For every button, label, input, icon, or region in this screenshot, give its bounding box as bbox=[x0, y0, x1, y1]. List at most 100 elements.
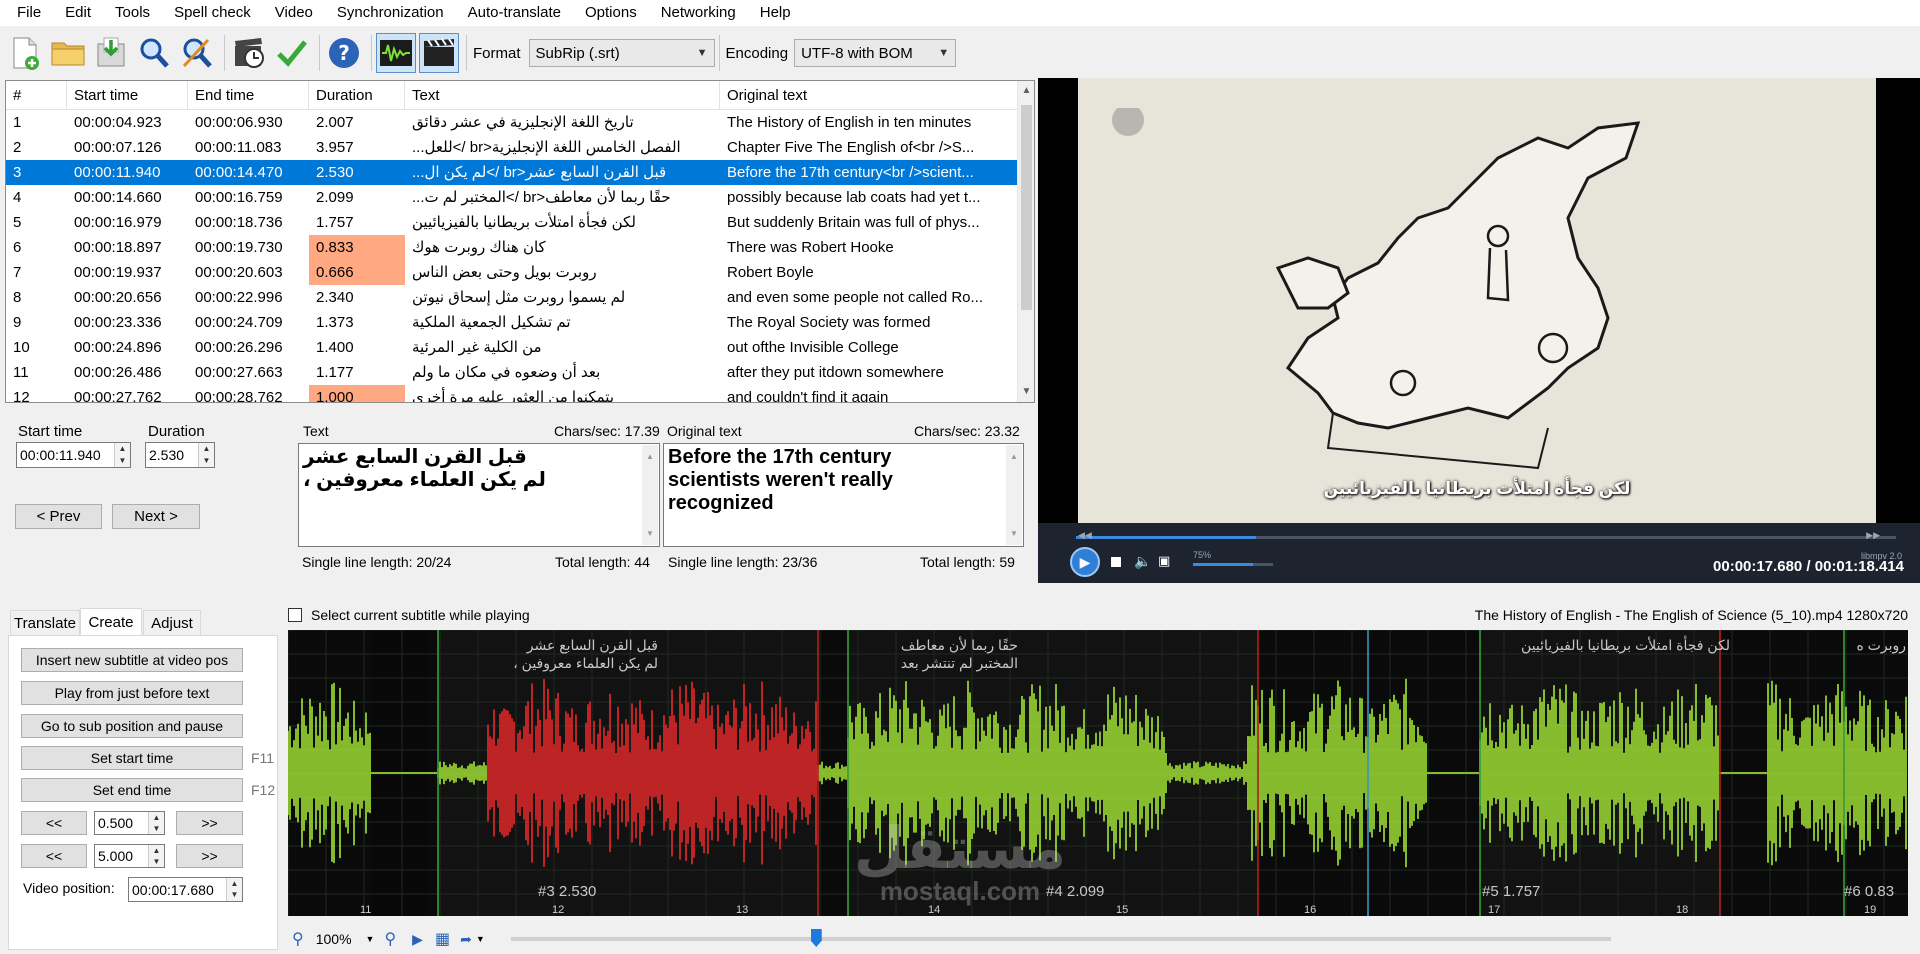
go-to-sub-button[interactable]: Go to sub position and pause bbox=[21, 714, 243, 738]
menu-help[interactable]: Help bbox=[748, 0, 803, 26]
spin-arrows-icon[interactable]: ▲ ▼ bbox=[148, 845, 164, 867]
replace-icon[interactable] bbox=[177, 33, 217, 73]
column-header-text[interactable]: Text bbox=[405, 81, 720, 110]
set-end-time-button[interactable]: Set end time bbox=[21, 778, 243, 802]
table-row[interactable]: 7 00:00:19.937 00:00:20.603 0.666 روبرت بويل… bbox=[6, 260, 1034, 285]
next-button[interactable]: Next > bbox=[112, 504, 200, 529]
waveform-subtitle-label-5: لكن فجأة امتلأت بريطانيا بالفيزيائيين bbox=[1480, 636, 1730, 654]
cell-orig: The Royal Society was formed bbox=[727, 314, 931, 331]
column-header-duration[interactable]: Duration bbox=[309, 81, 405, 110]
column-header-original[interactable]: Original text bbox=[720, 81, 1018, 110]
table-row[interactable]: 10 00:00:24.896 00:00:26.296 1.400 من الكلية… bbox=[6, 335, 1034, 360]
table-row[interactable]: 4 00:00:14.660 00:00:16.759 2.099 حقًا ربما … bbox=[6, 185, 1034, 210]
tab-create[interactable]: Create bbox=[80, 608, 142, 636]
visual-sync-icon[interactable] bbox=[229, 33, 269, 73]
spell-check-icon[interactable] bbox=[272, 33, 312, 73]
waveform-label-4-line-2: المختبر لم تنتشر بعد bbox=[900, 655, 1018, 671]
spin-arrows-icon[interactable]: ▲ ▼ bbox=[114, 443, 130, 467]
tab-adjust[interactable]: Adjust bbox=[143, 610, 201, 636]
split-icon[interactable]: ▦ bbox=[435, 929, 450, 949]
help-icon[interactable]: ? bbox=[324, 33, 364, 73]
table-row[interactable]: 12 00:00:27.762 00:00:28.762 1.000 يتمكنوا م… bbox=[6, 385, 1034, 402]
prev-button[interactable]: < Prev bbox=[15, 504, 102, 529]
rewind-icon[interactable]: ◀◀ bbox=[1078, 530, 1092, 541]
menu-synchronization[interactable]: Synchronization bbox=[325, 0, 456, 26]
audio-waveform[interactable]: قبل القرن السابع عشر لم يكن العلماء معرو… bbox=[288, 630, 1908, 916]
start-time-input[interactable]: 00:00:11.940 ▲ ▼ bbox=[16, 442, 131, 468]
table-row[interactable]: 3 00:00:11.940 00:00:14.470 2.530 قبل القرن … bbox=[6, 160, 1034, 185]
column-header-end[interactable]: End time bbox=[188, 81, 309, 110]
insert-subtitle-button[interactable]: Insert new subtitle at video pos bbox=[21, 648, 243, 672]
volume-icon[interactable]: 🔈 bbox=[1134, 553, 1151, 570]
table-row[interactable]: 6 00:00:18.897 00:00:19.730 0.833 كان هناك ر… bbox=[6, 235, 1034, 260]
find-icon[interactable] bbox=[134, 33, 174, 73]
save-icon[interactable] bbox=[91, 33, 131, 73]
menu-auto-translate[interactable]: Auto-translate bbox=[456, 0, 573, 26]
text-single-line-length: Single line length: 20/24 bbox=[302, 554, 452, 570]
spin-arrows-icon[interactable]: ▲ ▼ bbox=[226, 878, 242, 901]
menu-options[interactable]: Options bbox=[573, 0, 649, 26]
table-row[interactable]: 9 00:00:23.336 00:00:24.709 1.373 تم تشكيل ا… bbox=[6, 310, 1034, 335]
menu-spell-check[interactable]: Spell check bbox=[162, 0, 263, 26]
scroll-up-icon[interactable]: ▲ bbox=[1018, 81, 1034, 101]
grid-scrollbar[interactable]: ▲ ▼ bbox=[1017, 81, 1034, 402]
format-select[interactable]: SubRip (.srt) ▼ bbox=[528, 39, 715, 67]
play-icon[interactable]: ▶ bbox=[1070, 547, 1100, 577]
back-large-button[interactable]: << bbox=[21, 844, 87, 868]
scroll-down-icon[interactable]: ▼ bbox=[1018, 382, 1034, 402]
waveform-toggle-icon[interactable] bbox=[376, 33, 416, 73]
spin-arrows-icon[interactable]: ▲ ▼ bbox=[198, 443, 214, 467]
encoding-select[interactable]: UTF-8 with BOM ▼ bbox=[794, 39, 957, 67]
zoom-in-icon[interactable]: ⚲ bbox=[384, 929, 396, 949]
spin-arrows-icon[interactable]: ▲ ▼ bbox=[148, 812, 164, 834]
zoom-out-icon[interactable]: ⚲ bbox=[292, 929, 304, 949]
chevron-down-icon[interactable]: ▼ bbox=[366, 934, 375, 944]
select-while-playing-checkbox[interactable] bbox=[288, 608, 302, 622]
column-header-number[interactable]: # bbox=[6, 81, 67, 110]
video-position-input[interactable]: 00:00:17.680 ▲ ▼ bbox=[128, 877, 243, 902]
cell-text: تاريخ اللغة الإنجليزية في عشر دقائق bbox=[405, 110, 720, 135]
table-row[interactable]: 5 00:00:16.979 00:00:18.736 1.757 لكن فجأة ا… bbox=[6, 210, 1034, 235]
scroll-thumb[interactable] bbox=[1021, 105, 1032, 310]
set-start-time-button[interactable]: Set start time bbox=[21, 746, 243, 770]
zoom-value[interactable]: 100% bbox=[316, 931, 352, 947]
small-step-input[interactable]: 0.500 ▲ ▼ bbox=[94, 811, 165, 835]
slider-thumb[interactable] bbox=[810, 929, 822, 947]
play-before-text-button[interactable]: Play from just before text bbox=[21, 681, 243, 705]
fast-forward-icon[interactable]: ▶▶ bbox=[1866, 530, 1880, 541]
video-player[interactable]: لكن فجأة امتلأت بريطانيا بالفيزيائيين bbox=[1038, 78, 1920, 525]
table-row[interactable]: 8 00:00:20.656 00:00:22.996 2.340 لم يسموا ر… bbox=[6, 285, 1034, 310]
stop-icon[interactable] bbox=[1111, 557, 1121, 567]
original-text-editor[interactable]: Before the 17th century scientists weren… bbox=[663, 443, 1024, 547]
menu-video[interactable]: Video bbox=[263, 0, 325, 26]
menu-edit[interactable]: Edit bbox=[53, 0, 103, 26]
forward-small-button[interactable]: >> bbox=[176, 811, 243, 835]
play-selection-icon[interactable]: ▶ bbox=[412, 931, 423, 948]
cell-start: 00:00:18.897 bbox=[74, 239, 162, 256]
menu-tools[interactable]: Tools bbox=[103, 0, 162, 26]
auto-continue-icon[interactable]: ➦ bbox=[460, 931, 472, 948]
original-editor-scrollbar[interactable]: ▲ ▼ bbox=[1006, 445, 1022, 545]
waveform-position-slider[interactable] bbox=[510, 929, 1611, 947]
fullscreen-icon[interactable]: ▣ bbox=[1158, 553, 1170, 569]
column-header-start[interactable]: Start time bbox=[67, 81, 188, 110]
table-row[interactable]: 2 00:00:07.126 00:00:11.083 3.957 الفصل الخا… bbox=[6, 135, 1034, 160]
table-row[interactable]: 11 00:00:26.486 00:00:27.663 1.177 بعد أن وض… bbox=[6, 360, 1034, 385]
cell-num: 2 bbox=[13, 139, 22, 156]
open-folder-icon[interactable] bbox=[48, 33, 88, 73]
new-file-icon[interactable] bbox=[5, 33, 45, 73]
table-row[interactable]: 1 00:00:04.923 00:00:06.930 2.007 تاريخ اللغ… bbox=[6, 110, 1034, 135]
duration-input[interactable]: 2.530 ▲ ▼ bbox=[145, 442, 215, 468]
video-toggle-icon[interactable] bbox=[419, 33, 459, 73]
forward-large-button[interactable]: >> bbox=[176, 844, 243, 868]
text-editor[interactable]: قبل القرن السابع عشر لم يكن العلماء معرو… bbox=[298, 443, 660, 547]
large-step-input[interactable]: 5.000 ▲ ▼ bbox=[94, 844, 165, 868]
tab-translate[interactable]: Translate bbox=[10, 610, 80, 636]
video-progress-track[interactable] bbox=[1076, 536, 1896, 539]
chevron-down-icon[interactable]: ▼ bbox=[476, 934, 485, 944]
menu-file[interactable]: File bbox=[0, 0, 53, 26]
menu-networking[interactable]: Networking bbox=[649, 0, 748, 26]
text-editor-scrollbar[interactable]: ▲ ▼ bbox=[642, 445, 658, 545]
back-small-button[interactable]: << bbox=[21, 811, 87, 835]
volume-slider[interactable] bbox=[1193, 563, 1273, 566]
